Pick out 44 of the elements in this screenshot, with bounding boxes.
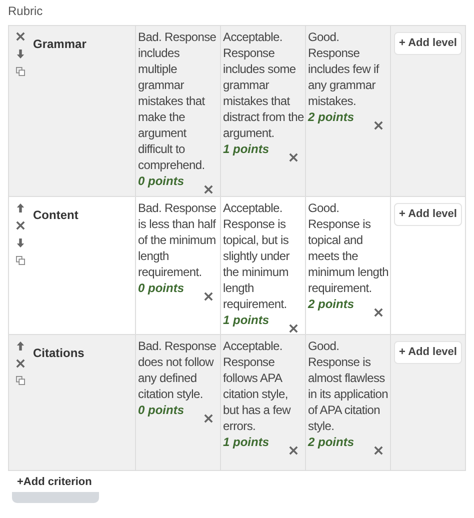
level-points[interactable]: 1 points bbox=[223, 312, 270, 328]
delete-level-icon[interactable] bbox=[204, 185, 213, 194]
up-arrow-icon[interactable] bbox=[16, 341, 24, 351]
level-points[interactable]: 0 points bbox=[138, 173, 184, 189]
level-points[interactable]: 2 points bbox=[308, 296, 354, 312]
level-definition[interactable]: Acceptable. Response includes some grammar mistakes that distract from the argument. bbox=[223, 29, 304, 141]
duplicate-icon[interactable] bbox=[16, 376, 24, 385]
delete-level-icon[interactable] bbox=[374, 446, 383, 455]
level-definition[interactable]: Bad. Response is less than half of the minimum length requirement. bbox=[138, 200, 219, 280]
level-definition[interactable]: Acceptable. Response follows APA citation style, but has a few errors. bbox=[223, 338, 304, 434]
level-points[interactable]: 2 points bbox=[308, 109, 354, 125]
delete-level-icon[interactable] bbox=[289, 324, 298, 333]
level-definition[interactable]: Bad. Response includes multiple grammar mistakes that make the argument difficult to comprehend. bbox=[138, 29, 219, 173]
duplicate-icon[interactable] bbox=[16, 67, 24, 76]
level-points[interactable]: 1 points bbox=[223, 141, 270, 157]
add-level-button[interactable]: + Add level bbox=[394, 341, 462, 364]
duplicate-icon[interactable] bbox=[16, 256, 24, 265]
criterion-name[interactable]: Content bbox=[33, 208, 78, 222]
delete-level-icon[interactable] bbox=[204, 414, 213, 423]
level-definition[interactable]: Good. Response includes few if any grammar mistakes. bbox=[308, 29, 389, 109]
level-definition[interactable]: Bad. Response does not follow any defined citation style. bbox=[138, 338, 219, 402]
level-definition[interactable]: Good. Response is almost flawless in its application of APA citation style. bbox=[308, 338, 389, 434]
delete-icon[interactable] bbox=[16, 32, 24, 41]
down-arrow-icon[interactable] bbox=[16, 238, 24, 248]
delete-level-icon[interactable] bbox=[204, 292, 213, 301]
level-points[interactable]: 0 points bbox=[138, 280, 184, 296]
delete-level-icon[interactable] bbox=[374, 121, 383, 130]
level-definition[interactable]: Acceptable. Response is topical, but is slightly under the minimum length requirement. bbox=[223, 200, 304, 312]
delete-icon[interactable] bbox=[16, 359, 24, 368]
add-level-button[interactable]: + Add level bbox=[394, 203, 462, 226]
section-heading: Rubric bbox=[8, 3, 43, 20]
level-definition[interactable]: Good. Response is topical and meets the minimum length requirement. bbox=[308, 200, 389, 296]
level-points[interactable]: 0 points bbox=[138, 402, 184, 418]
delete-level-icon[interactable] bbox=[374, 308, 383, 317]
criterion-name[interactable]: Grammar bbox=[33, 37, 86, 51]
add-level-button[interactable]: + Add level bbox=[394, 32, 462, 54]
delete-level-icon[interactable] bbox=[289, 446, 298, 455]
up-arrow-icon[interactable] bbox=[16, 203, 24, 213]
delete-level-icon[interactable] bbox=[289, 153, 298, 162]
down-arrow-icon[interactable] bbox=[16, 49, 24, 59]
level-points[interactable]: 1 points bbox=[223, 434, 270, 450]
criterion-name[interactable]: Citations bbox=[33, 346, 84, 360]
level-points[interactable]: 2 points bbox=[308, 434, 354, 450]
delete-icon[interactable] bbox=[16, 221, 24, 230]
